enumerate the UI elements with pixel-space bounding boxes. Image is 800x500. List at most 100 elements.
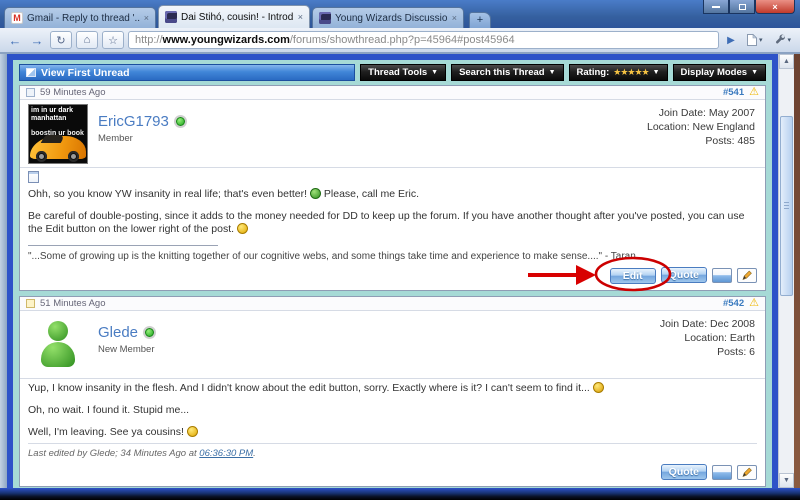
tab-dai-stiho[interactable]: Dai Stihó, cousin! - Introd... × xyxy=(158,5,310,28)
online-status-icon xyxy=(175,117,185,126)
page-menu-button[interactable]: ▾ xyxy=(743,31,766,49)
scrollbar[interactable]: ▲ ▼ xyxy=(778,54,794,488)
quote-button[interactable]: Quote xyxy=(660,267,707,283)
username-link[interactable]: EricG1793 xyxy=(98,113,169,130)
car-wheel xyxy=(68,151,79,162)
new-tab-button[interactable]: + xyxy=(469,12,491,28)
scrollbar-thumb[interactable] xyxy=(780,116,793,296)
rating-button[interactable]: Rating: ★★★★★ ▼ xyxy=(568,64,668,81)
multi-quote-button[interactable] xyxy=(712,267,732,283)
smile-smiley-icon xyxy=(186,426,198,437)
edit-button[interactable]: Edit xyxy=(609,268,656,284)
post-header: 51 Minutes Ago #542 ⚠ xyxy=(20,297,765,311)
browser-navbar: ← → ↻ ⌂ ☆ http://www.youngwizards.com/fo… xyxy=(0,28,800,54)
close-tab-icon[interactable]: × xyxy=(452,13,457,23)
minimize-button[interactable] xyxy=(703,0,729,14)
site-favicon xyxy=(319,12,331,24)
address-bar[interactable]: http://www.youngwizards.com/forums/showt… xyxy=(128,31,719,49)
reload-button[interactable]: ↻ xyxy=(50,31,72,49)
join-date: Join Date: May 2007 xyxy=(658,107,755,119)
forward-button[interactable]: → xyxy=(28,33,46,48)
window-frame-right xyxy=(794,54,800,488)
chevron-down-icon: ▼ xyxy=(548,69,556,76)
online-status-icon xyxy=(145,328,155,337)
edit-time-link[interactable]: 06:36:30 PM xyxy=(199,448,253,459)
rating-label: Rating: xyxy=(576,67,610,78)
chevron-down-icon: ▼ xyxy=(431,69,439,76)
window-frame-left xyxy=(0,54,7,488)
tab-strip: M Gmail - Reply to thread '... × Dai Sti… xyxy=(0,0,800,28)
post-time: 59 Minutes Ago xyxy=(40,87,106,98)
wrench-menu-button[interactable]: ▾ xyxy=(769,31,794,49)
message-paragraph: Be careful of double-posting, since it a… xyxy=(28,210,745,235)
user-identity: Glede New Member xyxy=(98,315,155,375)
signature-text: "...Some of growing up is the knitting t… xyxy=(28,251,636,262)
post-message: Ohh, so you know YW insanity in real lif… xyxy=(20,168,765,263)
post-time-icon xyxy=(26,299,35,308)
avatar-caption: boostin ur book xyxy=(31,130,84,137)
tab-young-wizards[interactable]: Young Wizards Discussio... × xyxy=(312,7,464,28)
url-scheme: http:// xyxy=(135,34,163,46)
gmail-icon: M xyxy=(11,12,23,24)
multi-quote-button[interactable] xyxy=(712,464,732,480)
maximize-button[interactable] xyxy=(729,0,755,14)
thread-toolbar: View First Unread Thread Tools ▼ Search … xyxy=(19,64,766,81)
post-542: 51 Minutes Ago #542 ⚠ Glede New Member J… xyxy=(19,296,766,487)
report-post-icon[interactable]: ⚠ xyxy=(749,298,759,309)
back-button[interactable]: ← xyxy=(6,33,24,48)
post-message: Yup, I know insanity in the flesh. And I… xyxy=(20,379,765,461)
avatar-caption: im in ur dark xyxy=(31,107,74,114)
quick-edit-button[interactable] xyxy=(737,267,757,283)
close-tab-icon[interactable]: × xyxy=(298,12,303,22)
site-favicon xyxy=(165,11,177,23)
last-edited-note: Last edited by Glede; 34 Minutes Ago at … xyxy=(28,443,757,461)
avatar[interactable]: im in ur dark manhattan boostin ur book xyxy=(28,104,88,164)
close-button[interactable]: × xyxy=(755,0,795,14)
display-modes-button[interactable]: Display Modes ▼ xyxy=(672,64,766,81)
signature-separator xyxy=(28,245,218,246)
post-icon xyxy=(28,171,39,183)
thread-tools-button[interactable]: Thread Tools ▼ xyxy=(360,64,447,81)
quote-button[interactable]: Quote xyxy=(660,464,707,480)
join-date: Join Date: Dec 2008 xyxy=(659,318,755,330)
quick-edit-button[interactable] xyxy=(737,464,757,480)
scroll-up-icon[interactable]: ▲ xyxy=(779,54,794,69)
post-number-link[interactable]: #541 xyxy=(723,87,744,98)
go-button[interactable]: ▶ xyxy=(723,35,739,46)
post-header: 59 Minutes Ago #541 ⚠ xyxy=(20,86,765,100)
report-post-icon[interactable]: ⚠ xyxy=(749,87,759,98)
browser-window: M Gmail - Reply to thread '... × Dai Sti… xyxy=(0,0,800,500)
car-wheel xyxy=(36,151,47,162)
url-host: www.youngwizards.com xyxy=(162,34,290,46)
chevron-down-icon: ▼ xyxy=(751,69,758,76)
smile-smiley-icon xyxy=(236,223,248,234)
post-541: 59 Minutes Ago #541 ⚠ im in ur dark manh… xyxy=(19,85,766,292)
username-link[interactable]: Glede xyxy=(98,324,138,341)
post-number-link[interactable]: #542 xyxy=(723,298,744,309)
window-controls: × xyxy=(703,0,795,14)
page-icon xyxy=(746,33,758,46)
tab-gmail[interactable]: M Gmail - Reply to thread '... × xyxy=(4,7,156,28)
close-tab-icon[interactable]: × xyxy=(144,13,149,23)
display-modes-label: Display Modes xyxy=(680,67,748,78)
tab-title: Young Wizards Discussio... xyxy=(335,12,448,24)
tab-title: Gmail - Reply to thread '... xyxy=(27,12,140,24)
first-unread-icon xyxy=(26,68,36,77)
search-thread-button[interactable]: Search this Thread ▼ xyxy=(451,64,564,81)
post-time: 51 Minutes Ago xyxy=(40,298,106,309)
user-stats: Join Date: May 2007 Location: New Englan… xyxy=(645,104,757,164)
view-first-unread-button[interactable]: View First Unread xyxy=(19,64,356,81)
edit-button-annotated: Edit xyxy=(527,256,671,292)
bookmark-star-button[interactable]: ☆ xyxy=(102,31,124,49)
post-count: Posts: 6 xyxy=(717,346,755,358)
avatar[interactable] xyxy=(28,315,88,375)
thread-tools-label: Thread Tools xyxy=(368,67,428,78)
user-stats: Join Date: Dec 2008 Location: Earth Post… xyxy=(658,315,757,375)
scroll-down-icon[interactable]: ▼ xyxy=(779,473,794,488)
user-title: New Member xyxy=(98,344,155,355)
message-paragraph: Ohh, so you know YW insanity in real lif… xyxy=(28,188,420,200)
post-user-area: im in ur dark manhattan boostin ur book … xyxy=(20,100,765,168)
home-button[interactable]: ⌂ xyxy=(76,31,98,49)
avatar-caption: manhattan xyxy=(31,115,67,122)
tab-title: Dai Stihó, cousin! - Introd... xyxy=(181,11,294,23)
